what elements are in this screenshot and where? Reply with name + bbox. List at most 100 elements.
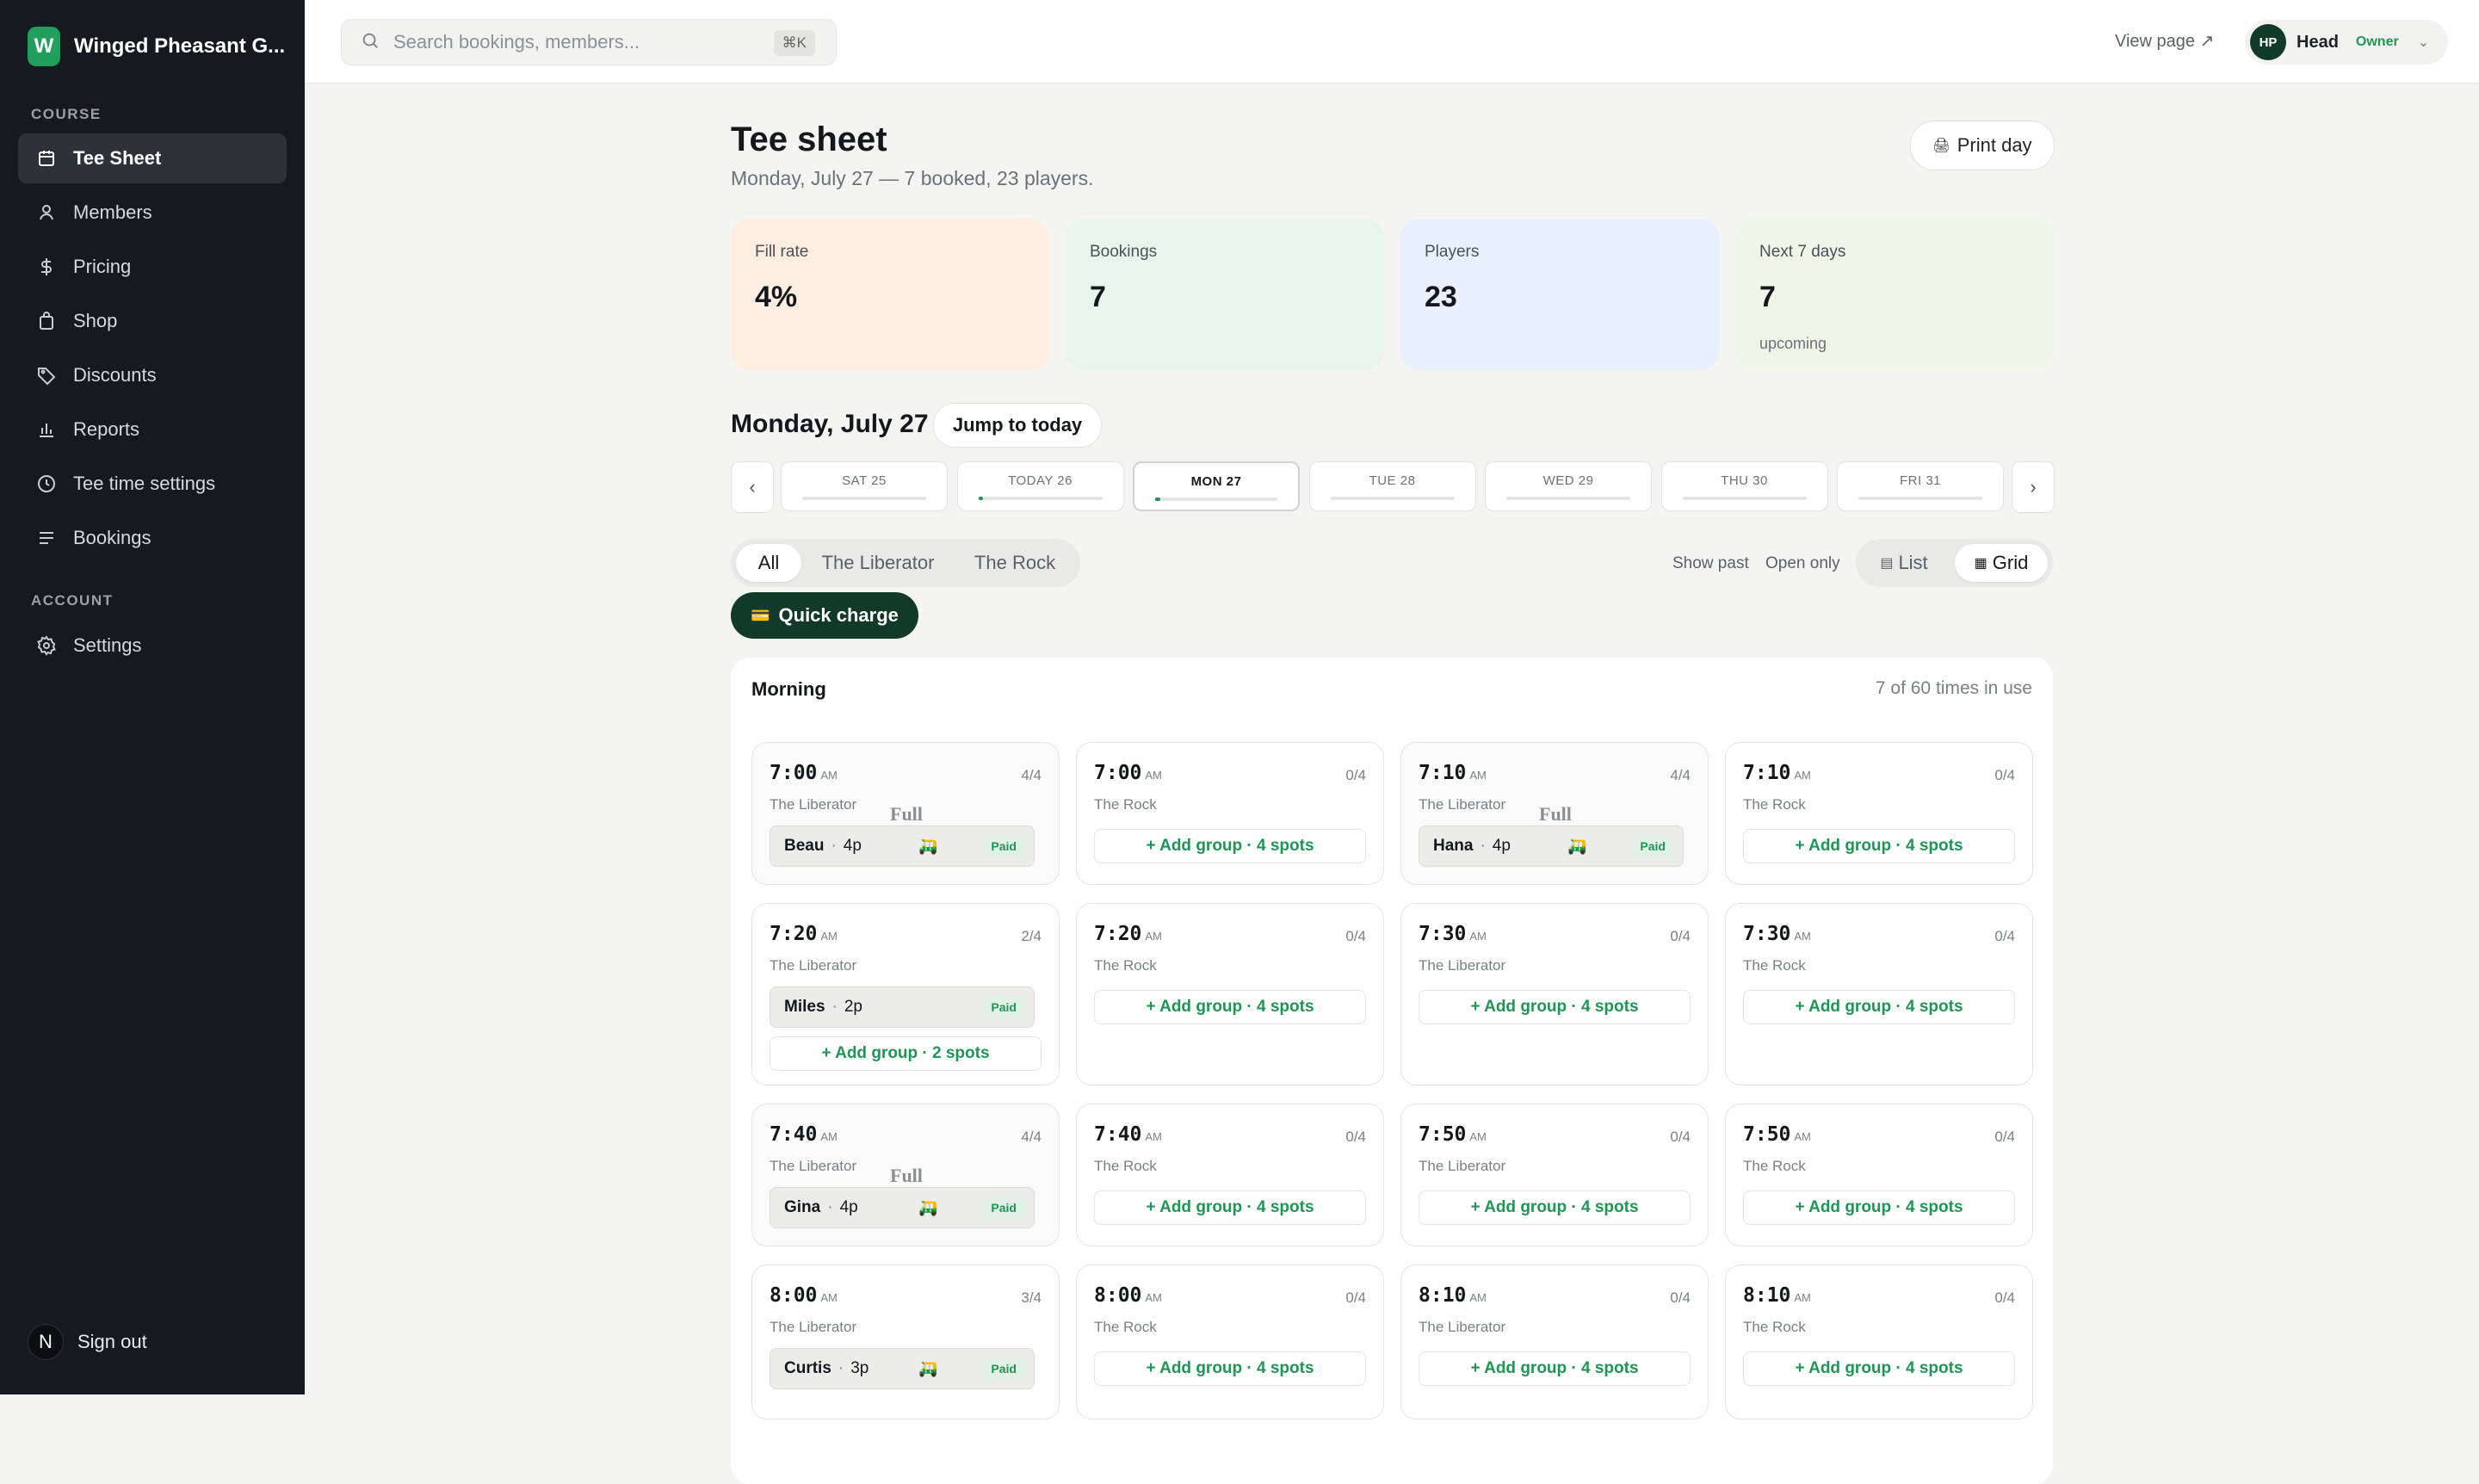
user-avatar-small: N <box>28 1324 64 1360</box>
date-card[interactable]: SAT 25 <box>781 461 948 511</box>
slot-ampm: AM <box>1145 1291 1162 1304</box>
sidebar-item-tee-time-settings[interactable]: Tee time settings <box>18 459 287 509</box>
tee-time-slot[interactable]: 7:40 AM 0/4 The Rock + Add group · 4 spots <box>1076 1104 1384 1246</box>
tee-time-slot[interactable]: 8:00 AM 3/4 The Liberator Curtis · 3p 🛺 Paid <box>751 1264 1060 1419</box>
slot-ampm: AM <box>1794 1291 1811 1304</box>
golf-cart-icon: 🛺 <box>1567 837 1587 855</box>
slot-ampm: AM <box>1469 1291 1487 1304</box>
date-card[interactable]: THU 30 <box>1660 461 1828 511</box>
jump-to-today-button[interactable]: Jump to today <box>933 403 1102 448</box>
slot-time: 7:30 AM <box>1419 923 1487 945</box>
bag-icon <box>35 310 58 332</box>
tee-time-slot[interactable]: 7:30 AM 0/4 The Rock + Add group · 4 spots <box>1725 903 2033 1085</box>
sidebar-item-bookings[interactable]: Bookings <box>18 513 287 563</box>
view-grid-button[interactable]: ▦ Grid <box>1955 544 2048 582</box>
tee-time-slot[interactable]: 7:20 AM 2/4 The Liberator Miles · 2p Paid + Add … <box>751 903 1060 1085</box>
booking-players: 4p <box>839 1198 858 1216</box>
date-card[interactable]: FRI 31 <box>1837 461 2004 511</box>
add-group-button[interactable]: + Add group · 4 spots <box>1094 990 1366 1024</box>
sidebar-item-label: Tee Sheet <box>73 147 162 169</box>
tag-icon <box>35 364 58 386</box>
slot-course: The Rock <box>1743 796 1806 813</box>
add-group-button[interactable]: + Add group · 4 spots <box>1419 1351 1691 1386</box>
tee-time-slot[interactable]: 7:30 AM 0/4 The Liberator + Add group · 4 sp… <box>1400 903 1709 1085</box>
slot-capacity: 3/4 <box>1021 1289 1042 1306</box>
add-group-button[interactable]: + Add group · 4 spots <box>1743 990 2015 1024</box>
date-card[interactable]: WED 29 <box>1485 461 1652 511</box>
booking-chip[interactable]: Gina · 4p 🛺 Paid <box>770 1187 1035 1228</box>
add-group-button[interactable]: + Add group · 4 spots <box>1419 1190 1691 1225</box>
date-card[interactable]: TODAY 26 <box>956 461 1124 511</box>
tee-time-slot[interactable]: 7:20 AM 0/4 The Rock + Add group · 4 spots <box>1076 903 1384 1085</box>
booking-chip[interactable]: Miles · 2p Paid <box>770 986 1035 1028</box>
sidebar-item-shop[interactable]: Shop <box>18 296 287 346</box>
date-fill-bar <box>802 497 926 500</box>
booking-chip[interactable]: Beau · 4p 🛺 Paid <box>770 825 1035 867</box>
tee-time-slot[interactable]: 7:40 AM 4/4 The Liberator Full Gina · 4p 🛺 Paid <box>751 1104 1060 1246</box>
add-group-button[interactable]: + Add group · 4 spots <box>1743 829 2015 863</box>
add-group-button[interactable]: + Add group · 2 spots <box>770 1036 1042 1071</box>
print-day-button[interactable]: 🖨 Print day <box>1910 121 2055 170</box>
search-box[interactable]: ⌘K <box>341 19 837 65</box>
sidebar-item-discounts[interactable]: Discounts <box>18 350 287 400</box>
date-fill-bar <box>1330 497 1455 500</box>
add-group-button[interactable]: + Add group · 4 spots <box>1094 829 1366 863</box>
view-page-link[interactable]: View page ↗ <box>2115 30 2214 52</box>
slot-time-value: 8:00 <box>1094 1284 1142 1307</box>
open-only-toggle[interactable]: Open only <box>1765 554 1840 573</box>
morning-panel: Morning 7 of 60 times in use 7:00 AM 4/4 Th… <box>731 658 2053 1484</box>
brand-logo: W <box>28 27 60 66</box>
next-day-button[interactable]: › <box>2012 461 2055 513</box>
booking-name: Miles <box>784 998 825 1016</box>
quick-charge-button[interactable]: 💳 Quick charge <box>731 592 918 639</box>
sidebar-item-pricing[interactable]: Pricing <box>18 242 287 292</box>
tab-the-rock[interactable]: The Rock <box>956 544 1073 582</box>
tab-all[interactable]: All <box>736 544 801 582</box>
sidebar-item-members[interactable]: Members <box>18 188 287 238</box>
slot-time-value: 8:10 <box>1419 1284 1467 1307</box>
booking-chip[interactable]: Hana · 4p 🛺 Paid <box>1419 825 1684 867</box>
paid-badge: Paid <box>982 835 1025 857</box>
top-bar: ⌘K View page ↗ HP Head Owner ⌄ <box>305 0 2479 83</box>
slot-course: The Rock <box>1743 1319 1806 1335</box>
tab-the-liberator[interactable]: The Liberator <box>807 544 949 582</box>
sidebar-item-tee-sheet[interactable]: Tee Sheet <box>18 133 287 183</box>
view-grid-label: Grid <box>1992 552 2029 573</box>
stat-value: 23 <box>1425 281 1457 313</box>
date-card[interactable]: MON 27 <box>1133 461 1300 511</box>
add-group-button[interactable]: + Add group · 4 spots <box>1419 990 1691 1024</box>
show-past-toggle[interactable]: Show past <box>1672 554 1749 573</box>
slot-time-value: 7:00 <box>1094 762 1142 784</box>
sidebar-item-settings[interactable]: Settings <box>18 621 287 671</box>
add-group-button[interactable]: + Add group · 4 spots <box>1743 1190 2015 1225</box>
tee-time-slot[interactable]: 7:50 AM 0/4 The Rock + Add group · 4 spots <box>1725 1104 2033 1246</box>
slot-course: The Liberator <box>770 1158 857 1174</box>
tee-time-slot[interactable]: 7:10 AM 4/4 The Liberator Full Hana · 4p 🛺 Paid <box>1400 742 1709 885</box>
brand[interactable]: W Winged Pheasant G... <box>28 27 285 66</box>
booking-chip[interactable]: Curtis · 3p 🛺 Paid <box>770 1348 1035 1389</box>
add-group-button[interactable]: + Add group · 4 spots <box>1743 1351 2015 1386</box>
user-role-badge: Owner <box>2355 34 2399 49</box>
slot-time: 7:30 AM <box>1743 923 1811 945</box>
tee-time-slot[interactable]: 7:00 AM 0/4 The Rock + Add group · 4 spots <box>1076 742 1384 885</box>
tee-time-slot[interactable]: 8:10 AM 0/4 The Liberator + Add group · 4 sp… <box>1400 1264 1709 1419</box>
search-input[interactable] <box>392 30 774 54</box>
tee-time-slot[interactable]: 7:00 AM 4/4 The Liberator Full Beau · 4p 🛺 Paid <box>751 742 1060 885</box>
slot-time-value: 7:40 <box>770 1123 818 1146</box>
sign-out-button[interactable]: N Sign out <box>28 1324 147 1360</box>
prev-day-button[interactable]: ‹ <box>731 461 774 513</box>
view-list-button[interactable]: ▤ List <box>1861 544 1947 582</box>
add-group-button[interactable]: + Add group · 4 spots <box>1094 1351 1366 1386</box>
slot-capacity: 4/4 <box>1021 767 1042 783</box>
sidebar-item-reports[interactable]: Reports <box>18 405 287 454</box>
date-card[interactable]: TUE 28 <box>1308 461 1476 511</box>
user-menu[interactable]: HP Head Owner ⌄ <box>2245 20 2448 65</box>
slot-time-value: 7:50 <box>1419 1123 1467 1146</box>
tee-time-slot[interactable]: 8:10 AM 0/4 The Rock + Add group · 4 spots <box>1725 1264 2033 1419</box>
grid-icon: ▦ <box>1974 556 1988 571</box>
tee-time-slot[interactable]: 7:50 AM 0/4 The Liberator + Add group · 4 sp… <box>1400 1104 1709 1246</box>
slot-time: 7:00 AM <box>1094 762 1162 784</box>
add-group-button[interactable]: + Add group · 4 spots <box>1094 1190 1366 1225</box>
tee-time-slot[interactable]: 8:00 AM 0/4 The Rock + Add group · 4 spots <box>1076 1264 1384 1419</box>
tee-time-slot[interactable]: 7:10 AM 0/4 The Rock + Add group · 4 spots <box>1725 742 2033 885</box>
